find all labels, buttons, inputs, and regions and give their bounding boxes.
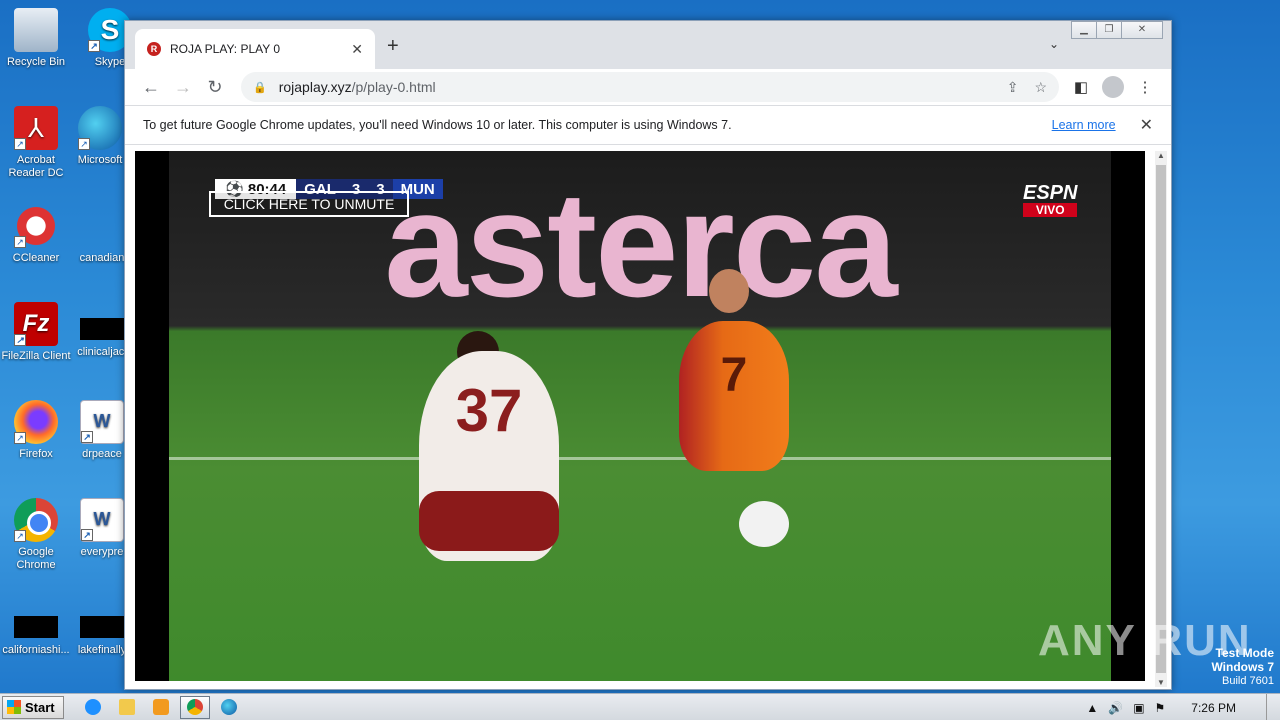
- window-controls: ▁ ❐ ✕: [1071, 21, 1163, 39]
- url-host: rojaplay.xyz: [278, 79, 352, 95]
- address-bar[interactable]: 🔒 rojaplay.xyz /p/play-0.html ⇪ ☆: [241, 72, 1059, 102]
- desktop-icon-label: Acrobat Reader DC: [8, 154, 64, 179]
- filezilla-icon: Fz ↗: [14, 302, 58, 346]
- windows-logo-icon: [7, 700, 21, 714]
- word-doc-icon: W ↗: [80, 498, 124, 542]
- desktop-icon-chrome[interactable]: ↗ Google Chrome: [0, 498, 72, 572]
- taskbar-edge-icon[interactable]: [214, 696, 244, 719]
- desktop-icon-label: Recycle Bin: [6, 56, 66, 68]
- tab-close-icon[interactable]: ✕: [351, 41, 363, 58]
- clock[interactable]: 7:26 PM: [1191, 701, 1236, 715]
- test-mode-notice: Test Mode Windows 7 Build 7601: [1211, 646, 1274, 688]
- back-button[interactable]: ←: [135, 77, 167, 98]
- profile-avatar-icon[interactable]: [1097, 76, 1129, 98]
- file-icon: [14, 616, 58, 638]
- menu-kebab-icon[interactable]: ⋮: [1129, 78, 1161, 96]
- taskbar: Start ▲ 🔊 ▣ ⚑ 7:26 PM: [0, 693, 1280, 720]
- pitch-line: [169, 457, 1111, 460]
- show-desktop-button[interactable]: [1266, 694, 1280, 720]
- desktop-icon-label: Google Chrome: [16, 546, 56, 571]
- forward-button[interactable]: →: [167, 77, 199, 98]
- edge-icon: ↗: [78, 106, 122, 150]
- share-icon[interactable]: ⇪: [1007, 79, 1019, 96]
- action-center-flag-icon[interactable]: ⚑: [1155, 701, 1166, 715]
- test-mode-line: Test Mode: [1215, 646, 1274, 660]
- minimize-button[interactable]: ▁: [1071, 21, 1097, 39]
- lock-icon[interactable]: 🔒: [253, 81, 267, 94]
- infobar-close-icon[interactable]: ✕: [1140, 115, 1153, 135]
- video-player[interactable]: asterca 37 7 ⚽ 80:44 GAL 3 3 MUN CLICK H…: [135, 151, 1145, 681]
- browser-titlebar: R ROJA PLAY: PLAY 0 ✕ + ⌄ ▁ ❐ ✕: [125, 21, 1171, 69]
- network-icon[interactable]: ▣: [1133, 701, 1144, 715]
- desktop-icon-label: californiashi...: [2, 644, 70, 656]
- player-orange-jersey: 7: [679, 321, 789, 471]
- learn-more-link[interactable]: Learn more: [1052, 118, 1116, 132]
- file-icon: [80, 318, 124, 340]
- firefox-icon: ↗: [14, 400, 58, 444]
- side-panel-icon[interactable]: ◧: [1065, 78, 1097, 96]
- player-white-shorts: [419, 491, 559, 551]
- acrobat-icon: ⅄ ↗: [14, 106, 58, 150]
- taskbar-media-player-icon[interactable]: [146, 696, 176, 719]
- infobar-message: To get future Google Chrome updates, you…: [143, 118, 732, 132]
- ccleaner-icon: ↗: [14, 204, 58, 248]
- reload-button[interactable]: ↻: [199, 77, 231, 98]
- file-icon: [80, 616, 124, 638]
- chrome-icon: ↗: [14, 498, 58, 542]
- desktop-icon-firefox[interactable]: ↗ Firefox: [0, 400, 72, 461]
- windows-version-line: Windows 7: [1211, 660, 1274, 674]
- espn-logo: ESPN: [1023, 182, 1078, 204]
- word-doc-icon: W ↗: [80, 400, 124, 444]
- site-favicon-icon: R: [147, 42, 161, 56]
- live-badge: VIVO: [1023, 203, 1078, 217]
- desktop-icon-acrobat[interactable]: ⅄ ↗ Acrobat Reader DC: [0, 106, 72, 180]
- build-line: Build 7601: [1222, 675, 1274, 687]
- tab-search-chevron-icon[interactable]: ⌄: [1049, 37, 1059, 51]
- player-head: [709, 269, 749, 313]
- volume-icon[interactable]: 🔊: [1108, 701, 1123, 715]
- taskbar-chrome-icon[interactable]: [179, 695, 210, 719]
- desktop-icon-label: CCleaner: [12, 252, 60, 264]
- desktop-icon-filezilla[interactable]: Fz ↗ FileZilla Client: [0, 302, 72, 363]
- page-content: asterca 37 7 ⚽ 80:44 GAL 3 3 MUN CLICK H…: [125, 145, 1171, 689]
- video-frame: asterca 37 7 ⚽ 80:44 GAL 3 3 MUN CLICK H…: [169, 151, 1111, 681]
- desktop-icon-label: FileZilla Client: [1, 350, 71, 362]
- desktop-icon-recycle-bin[interactable]: Recycle Bin: [0, 8, 72, 69]
- new-tab-button[interactable]: +: [387, 35, 399, 58]
- tab-title: ROJA PLAY: PLAY 0: [170, 42, 281, 56]
- start-button[interactable]: Start: [2, 695, 64, 719]
- desktop-icon-ccleaner[interactable]: ↗ CCleaner: [0, 204, 72, 265]
- file-icon: [80, 204, 124, 248]
- recycle-bin-icon: [14, 8, 58, 52]
- taskbar-ie-icon[interactable]: [78, 696, 108, 719]
- bookmark-star-icon[interactable]: ☆: [1034, 79, 1047, 96]
- scroll-down-icon[interactable]: ▼: [1155, 678, 1167, 687]
- desktop-icon-californiashi[interactable]: californiashi...: [0, 600, 72, 657]
- start-label: Start: [25, 699, 55, 715]
- tray-expand-icon[interactable]: ▲: [1086, 701, 1098, 715]
- tab-roja-play[interactable]: R ROJA PLAY: PLAY 0 ✕: [135, 29, 375, 69]
- update-infobar: To get future Google Chrome updates, you…: [125, 105, 1171, 145]
- close-window-button[interactable]: ✕: [1121, 21, 1163, 39]
- scroll-up-icon[interactable]: ▲: [1155, 151, 1167, 160]
- taskbar-explorer-icon[interactable]: [112, 696, 142, 719]
- scroll-thumb[interactable]: [1156, 165, 1166, 673]
- football: [739, 501, 789, 547]
- browser-window: R ROJA PLAY: PLAY 0 ✕ + ⌄ ▁ ❐ ✕ ← → ↻ 🔒 …: [124, 20, 1172, 690]
- desktop-icon-label: Firefox: [19, 448, 53, 460]
- broadcaster-logo: ESPN VIVO: [1023, 182, 1078, 217]
- page-scrollbar[interactable]: ▲ ▼: [1155, 151, 1167, 687]
- maximize-button[interactable]: ❐: [1096, 21, 1122, 39]
- unmute-button[interactable]: CLICK HERE TO UNMUTE: [209, 191, 409, 217]
- url-path: /p/play-0.html: [351, 79, 436, 95]
- browser-toolbar: ← → ↻ 🔒 rojaplay.xyz /p/play-0.html ⇪ ☆ …: [125, 69, 1171, 105]
- system-tray: ▲ 🔊 ▣ ⚑ 7:26 PM: [1086, 694, 1280, 720]
